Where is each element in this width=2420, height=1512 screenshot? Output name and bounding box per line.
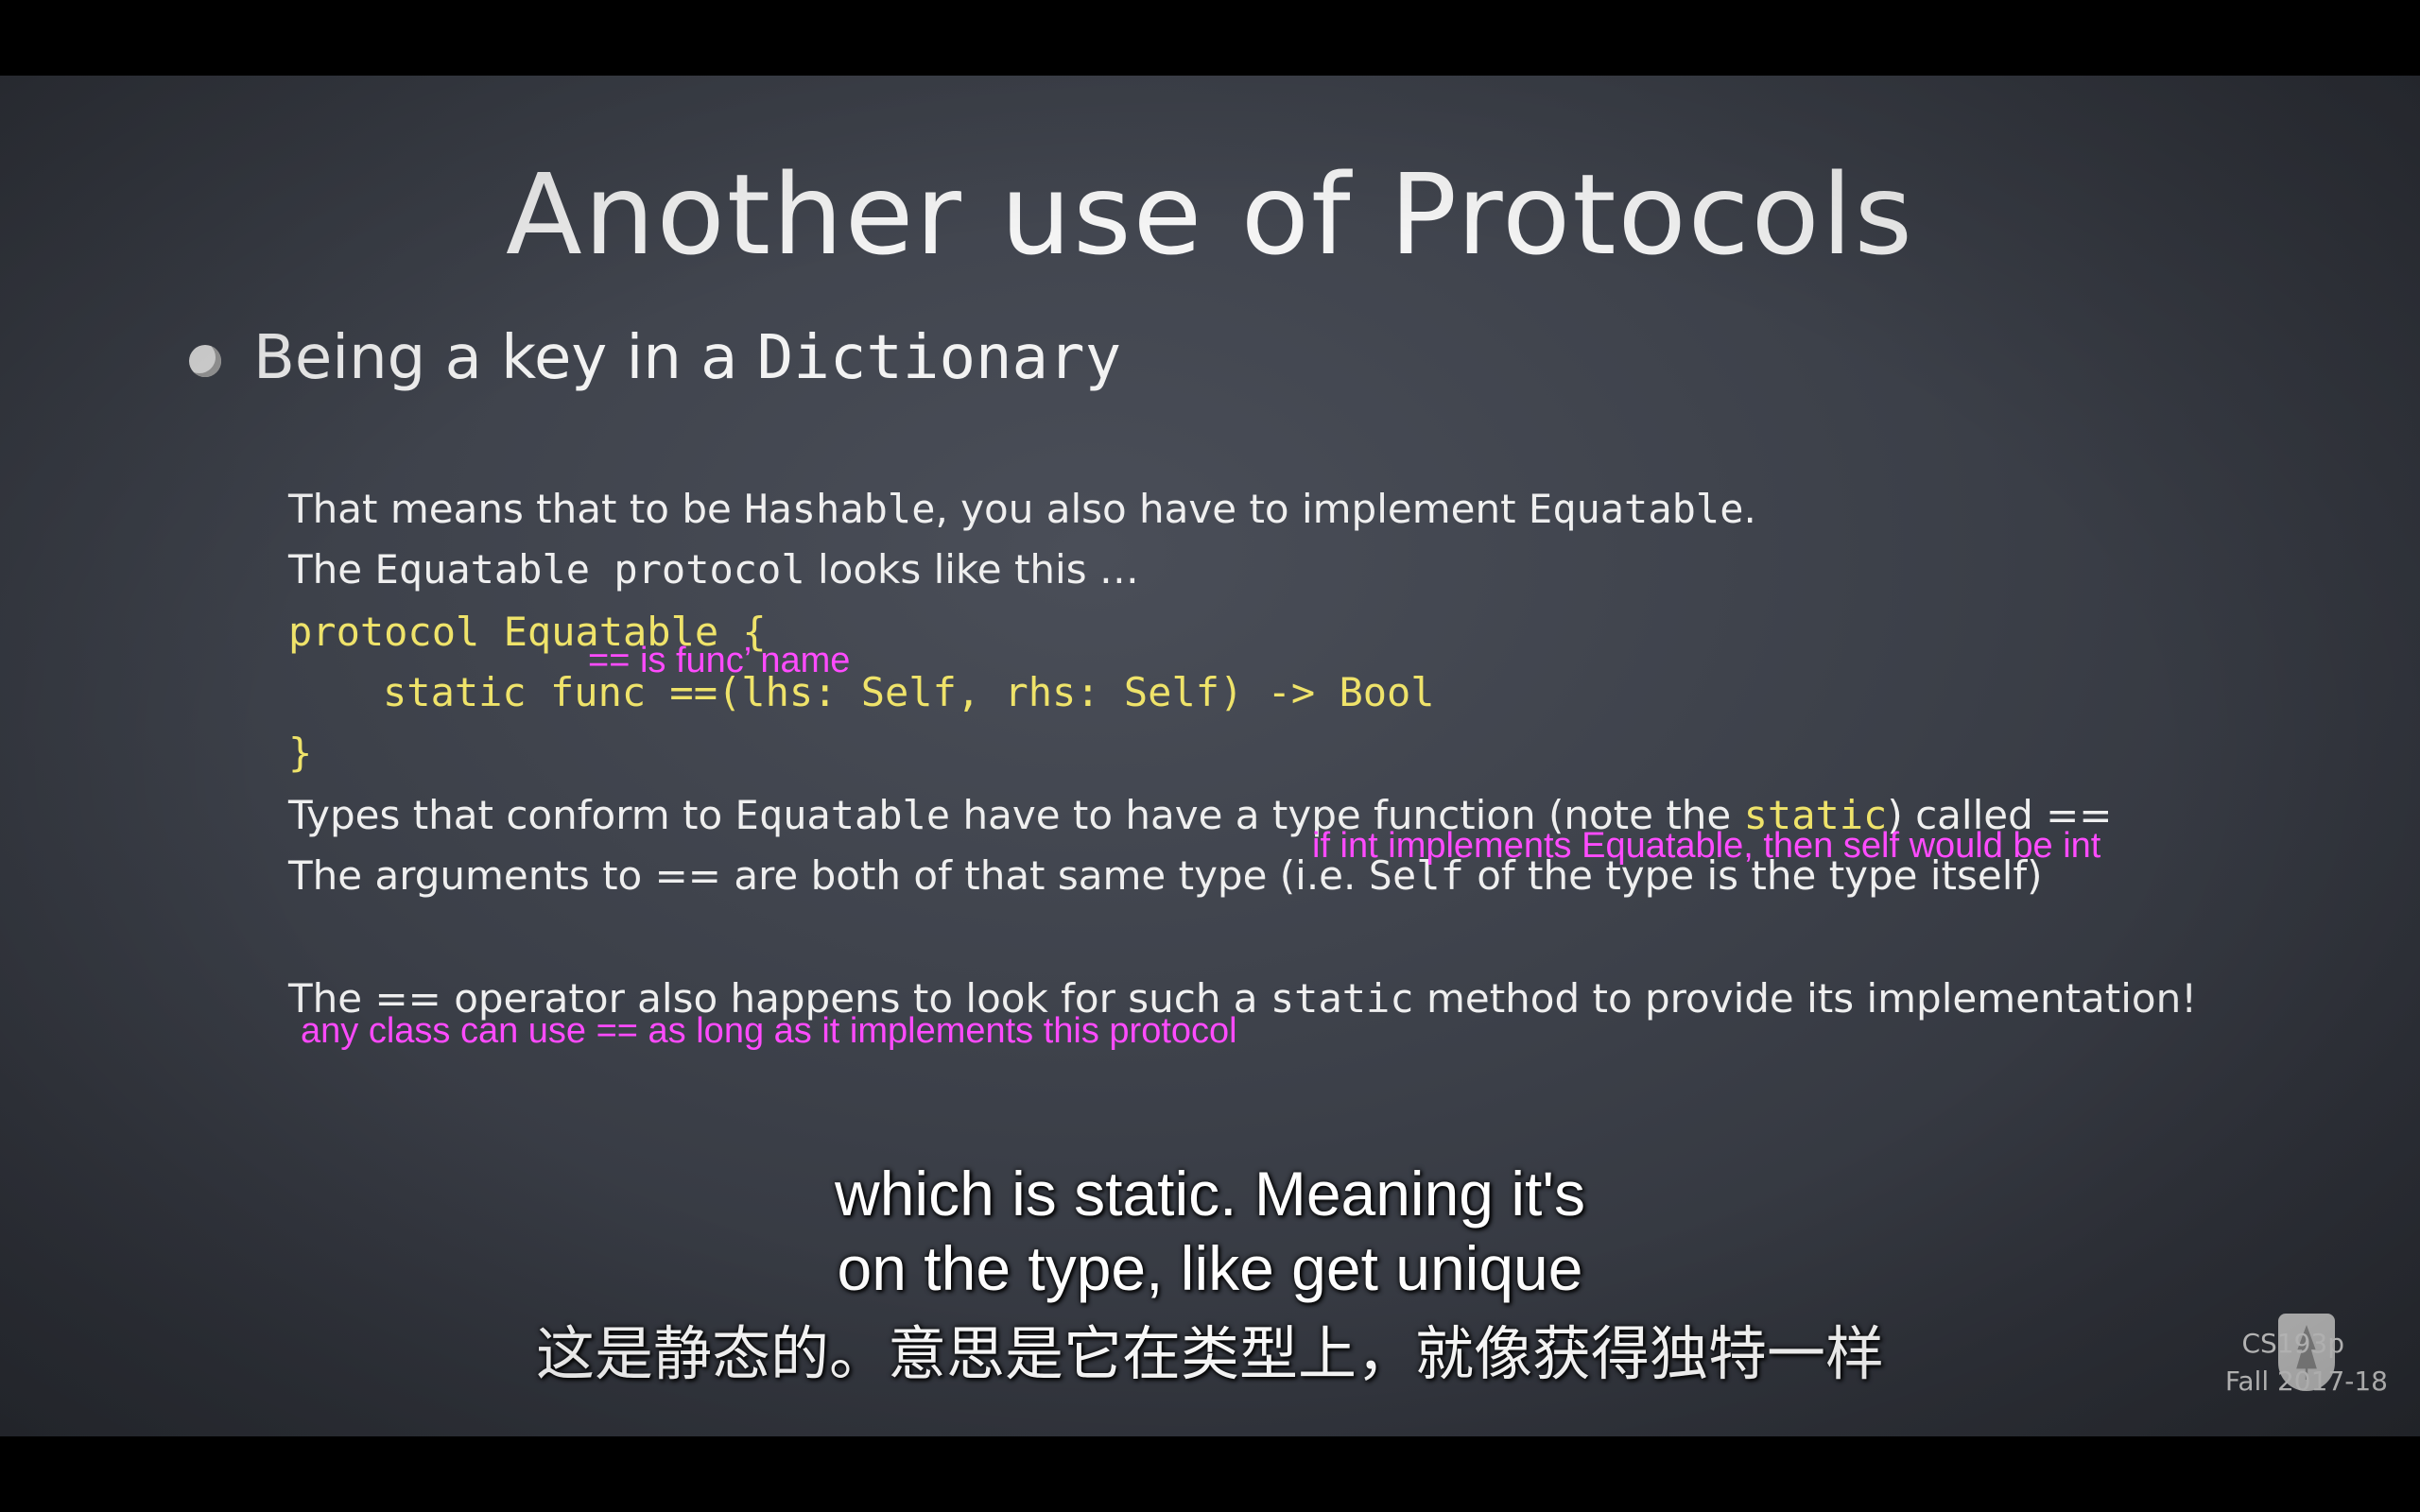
code-line-protocol: protocol Equatable { (288, 609, 767, 655)
subtitle-cn-line: 这是静态的。意思是它在类型上，就像获得独特一样 (535, 1319, 1884, 1388)
subtitle-en-line2: on the type, like get unique (837, 1233, 1583, 1303)
annotation-func-name: == is func’ name (588, 641, 851, 680)
text-line-arguments: The arguments to == are both of that sam… (288, 852, 2043, 899)
code-line-static-func: static func ==(lhs: Self, rhs: Self) -> … (383, 669, 1435, 715)
subtitle-en-line1: which is static. Meaning it's (835, 1159, 1585, 1228)
video-frame[interactable]: Another use of Protocols Being a key in … (0, 0, 2420, 1512)
course-name: CS193p (2241, 1328, 2344, 1359)
course-term: Fall 2017-18 (2224, 1366, 2388, 1397)
slide-title: Another use of Protocols (506, 149, 1914, 280)
text-line-hashable: That means that to be Hashable, you also… (288, 486, 1756, 532)
text-line-equatable-protocol: The Equatable protocol looks like this … (288, 546, 1139, 593)
stanford-logo (2278, 1314, 2335, 1391)
code-line-close-brace: } (288, 730, 313, 776)
annotation-self-int: if int implements Equatable, then self w… (1312, 826, 2101, 866)
tree-icon (2296, 1325, 2317, 1380)
lecture-slide: Another use of Protocols Being a key in … (0, 76, 2420, 1436)
bullet-heading: Being a key in a Dictionary (253, 323, 1122, 393)
text-line-types-conform: Types that conform to Equatable have to … (288, 792, 2113, 838)
annotation-any-class: any class can use == as long as it imple… (301, 1011, 1237, 1051)
bullet-icon (189, 345, 221, 377)
text-line-operator: The == operator also happens to look for… (288, 975, 2198, 1022)
